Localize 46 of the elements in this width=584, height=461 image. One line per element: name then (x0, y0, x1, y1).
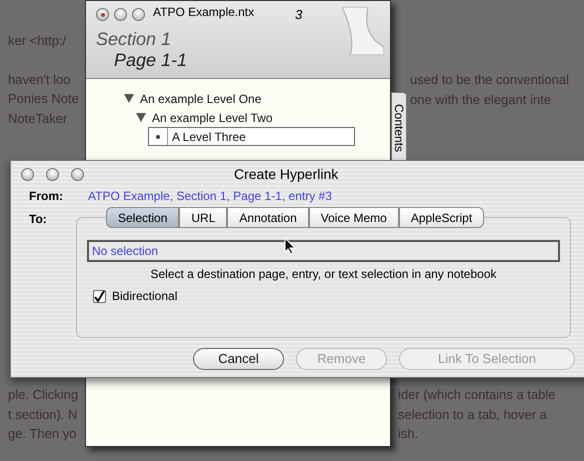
disclosure-triangle-icon[interactable] (136, 113, 146, 122)
tab[interactable]: AppleScript (398, 207, 484, 228)
background-text: ker <http:/ (8, 32, 68, 50)
outline-entry[interactable]: A Level Three (148, 127, 355, 146)
background-text: ple. Clicking (8, 386, 78, 404)
background-text: selection to a tab, hover a (398, 406, 548, 424)
tab[interactable]: Voice Memo (308, 207, 399, 228)
checkbox[interactable] (93, 290, 106, 302)
window-title: ATPO Example.ntx (153, 4, 254, 21)
from-link[interactable]: ATPO Example, Section 1, Page 1-1, entry #3 (88, 187, 332, 205)
background-text: haven't loo (8, 70, 72, 88)
from-label: From: (29, 188, 64, 205)
checkmark-icon (94, 290, 105, 302)
entry-text[interactable]: An example Level Two (152, 108, 273, 126)
page-number: 3 (295, 6, 302, 24)
background-text: ider (which contains a table (398, 386, 556, 404)
window-control[interactable] (21, 168, 34, 180)
background-text: ish. (398, 425, 420, 443)
tab[interactable]: Annotation (227, 207, 309, 228)
selection-field[interactable]: No selection (87, 240, 560, 262)
hint-text: Select a destination page, entry, or text selection in any notebook (150, 266, 498, 283)
background-text: ge. Then yo (8, 425, 78, 443)
tab[interactable]: Selection (106, 207, 180, 228)
background-text: t section). N (8, 406, 78, 424)
checkbox-label: Bidirectional (112, 288, 178, 305)
entry-text: A Level Three (172, 128, 246, 146)
background-text: Ponies Note (8, 90, 79, 108)
entry-text[interactable]: An example Level One (140, 90, 262, 108)
to-label: To: (29, 211, 48, 228)
section-title: Section 1 (96, 28, 172, 48)
dialog-button[interactable]: Cancel (193, 348, 284, 370)
window-control[interactable] (71, 168, 84, 180)
window-control[interactable] (132, 8, 145, 22)
window-control[interactable] (96, 8, 109, 22)
mouse-pointer-icon (284, 237, 296, 255)
dialog-title: Create Hyperlink (234, 164, 338, 184)
background-text: NoteTaker (8, 110, 68, 128)
page-title: Page 1-1 (114, 48, 188, 70)
background-text: one with the elegant inte (410, 90, 552, 109)
tab[interactable]: URL (179, 207, 228, 228)
bullet-icon (156, 134, 160, 138)
disclosure-triangle-icon[interactable] (124, 94, 134, 103)
background-text: used to be the conventional (410, 71, 570, 89)
page-curl-icon (342, 7, 384, 55)
window-control[interactable] (114, 8, 127, 22)
window-control[interactable] (46, 168, 59, 180)
